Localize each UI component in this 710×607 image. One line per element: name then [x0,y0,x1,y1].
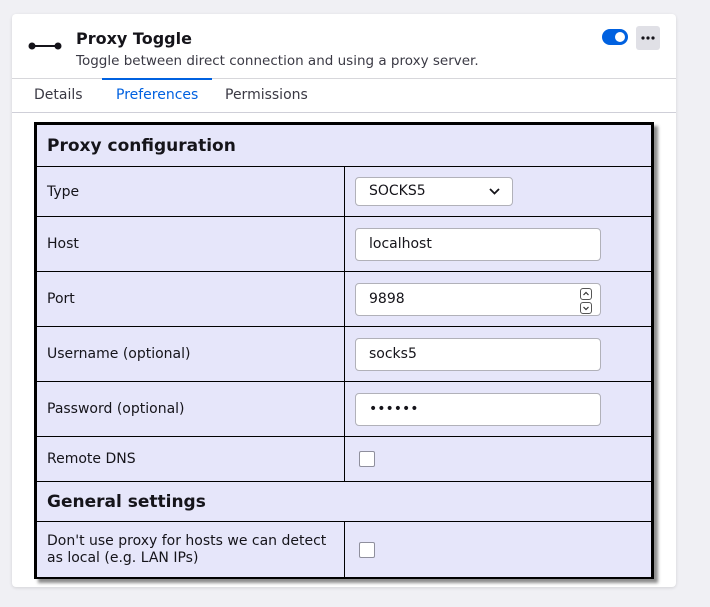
remote-dns-checkbox[interactable] [359,451,375,467]
general-section-title: General settings [36,481,652,522]
password-input[interactable]: •••••• [355,392,601,426]
addon-card: Proxy Toggle Toggle between direct conne… [12,14,676,587]
pref-row-host: Host localhost [36,216,652,272]
preferences-table: Proxy configuration Type SOCKS5 Host loc… [36,124,652,578]
host-label: Host [36,216,345,272]
username-label: Username (optional) [36,326,345,382]
more-options-icon [641,36,655,40]
type-label: Type [36,166,345,217]
username-input[interactable]: socks5 [355,337,601,371]
addon-name: Proxy Toggle [76,29,192,48]
addon-tabs: Details Preferences Permissions [12,78,676,113]
proxy-connector-icon [28,38,62,52]
chevron-down-icon [489,188,500,195]
preferences-panel: Proxy configuration Type SOCKS5 Host loc… [34,122,654,579]
no-proxy-local-label: Don't use proxy for hosts we can detect … [36,521,345,578]
addon-header: Proxy Toggle Toggle between direct conne… [12,14,676,78]
tab-permissions[interactable]: Permissions [225,79,308,112]
port-stepper[interactable] [580,287,592,314]
addon-enable-toggle[interactable] [602,29,628,45]
no-proxy-local-checkbox[interactable] [359,541,375,558]
pref-row-port: Port 9898 [36,271,652,327]
port-cell: 9898 [344,271,652,327]
host-cell: localhost [344,216,652,272]
pref-row-remote-dns: Remote DNS [36,436,652,482]
port-value: 9898 [369,290,405,307]
host-input[interactable]: localhost [355,227,601,261]
port-label: Port [36,271,345,327]
pref-row-password: Password (optional) •••••• [36,381,652,437]
password-cell: •••••• [344,381,652,437]
addon-description: Toggle between direct connection and usi… [76,53,479,69]
pref-row-username: Username (optional) socks5 [36,326,652,382]
remote-dns-cell [344,436,652,482]
proxy-type-select[interactable]: SOCKS5 [355,177,513,206]
proxy-type-value: SOCKS5 [369,183,426,199]
password-label: Password (optional) [36,381,345,437]
toggle-knob [615,32,625,42]
section-row-proxy: Proxy configuration [36,124,652,167]
remote-dns-label: Remote DNS [36,436,345,482]
tab-details[interactable]: Details [34,79,83,112]
stepper-down-icon[interactable] [580,301,592,314]
tab-preferences[interactable]: Preferences [101,78,213,112]
section-row-general: General settings [36,481,652,522]
stepper-up-icon[interactable] [580,287,592,300]
type-cell: SOCKS5 [344,166,652,217]
pref-row-no-proxy-local: Don't use proxy for hosts we can detect … [36,521,652,578]
more-options-button[interactable] [636,26,660,50]
port-input[interactable]: 9898 [355,282,601,316]
no-proxy-local-cell [344,521,652,578]
pref-row-type: Type SOCKS5 [36,166,652,217]
proxy-section-title: Proxy configuration [36,124,652,167]
username-cell: socks5 [344,326,652,382]
